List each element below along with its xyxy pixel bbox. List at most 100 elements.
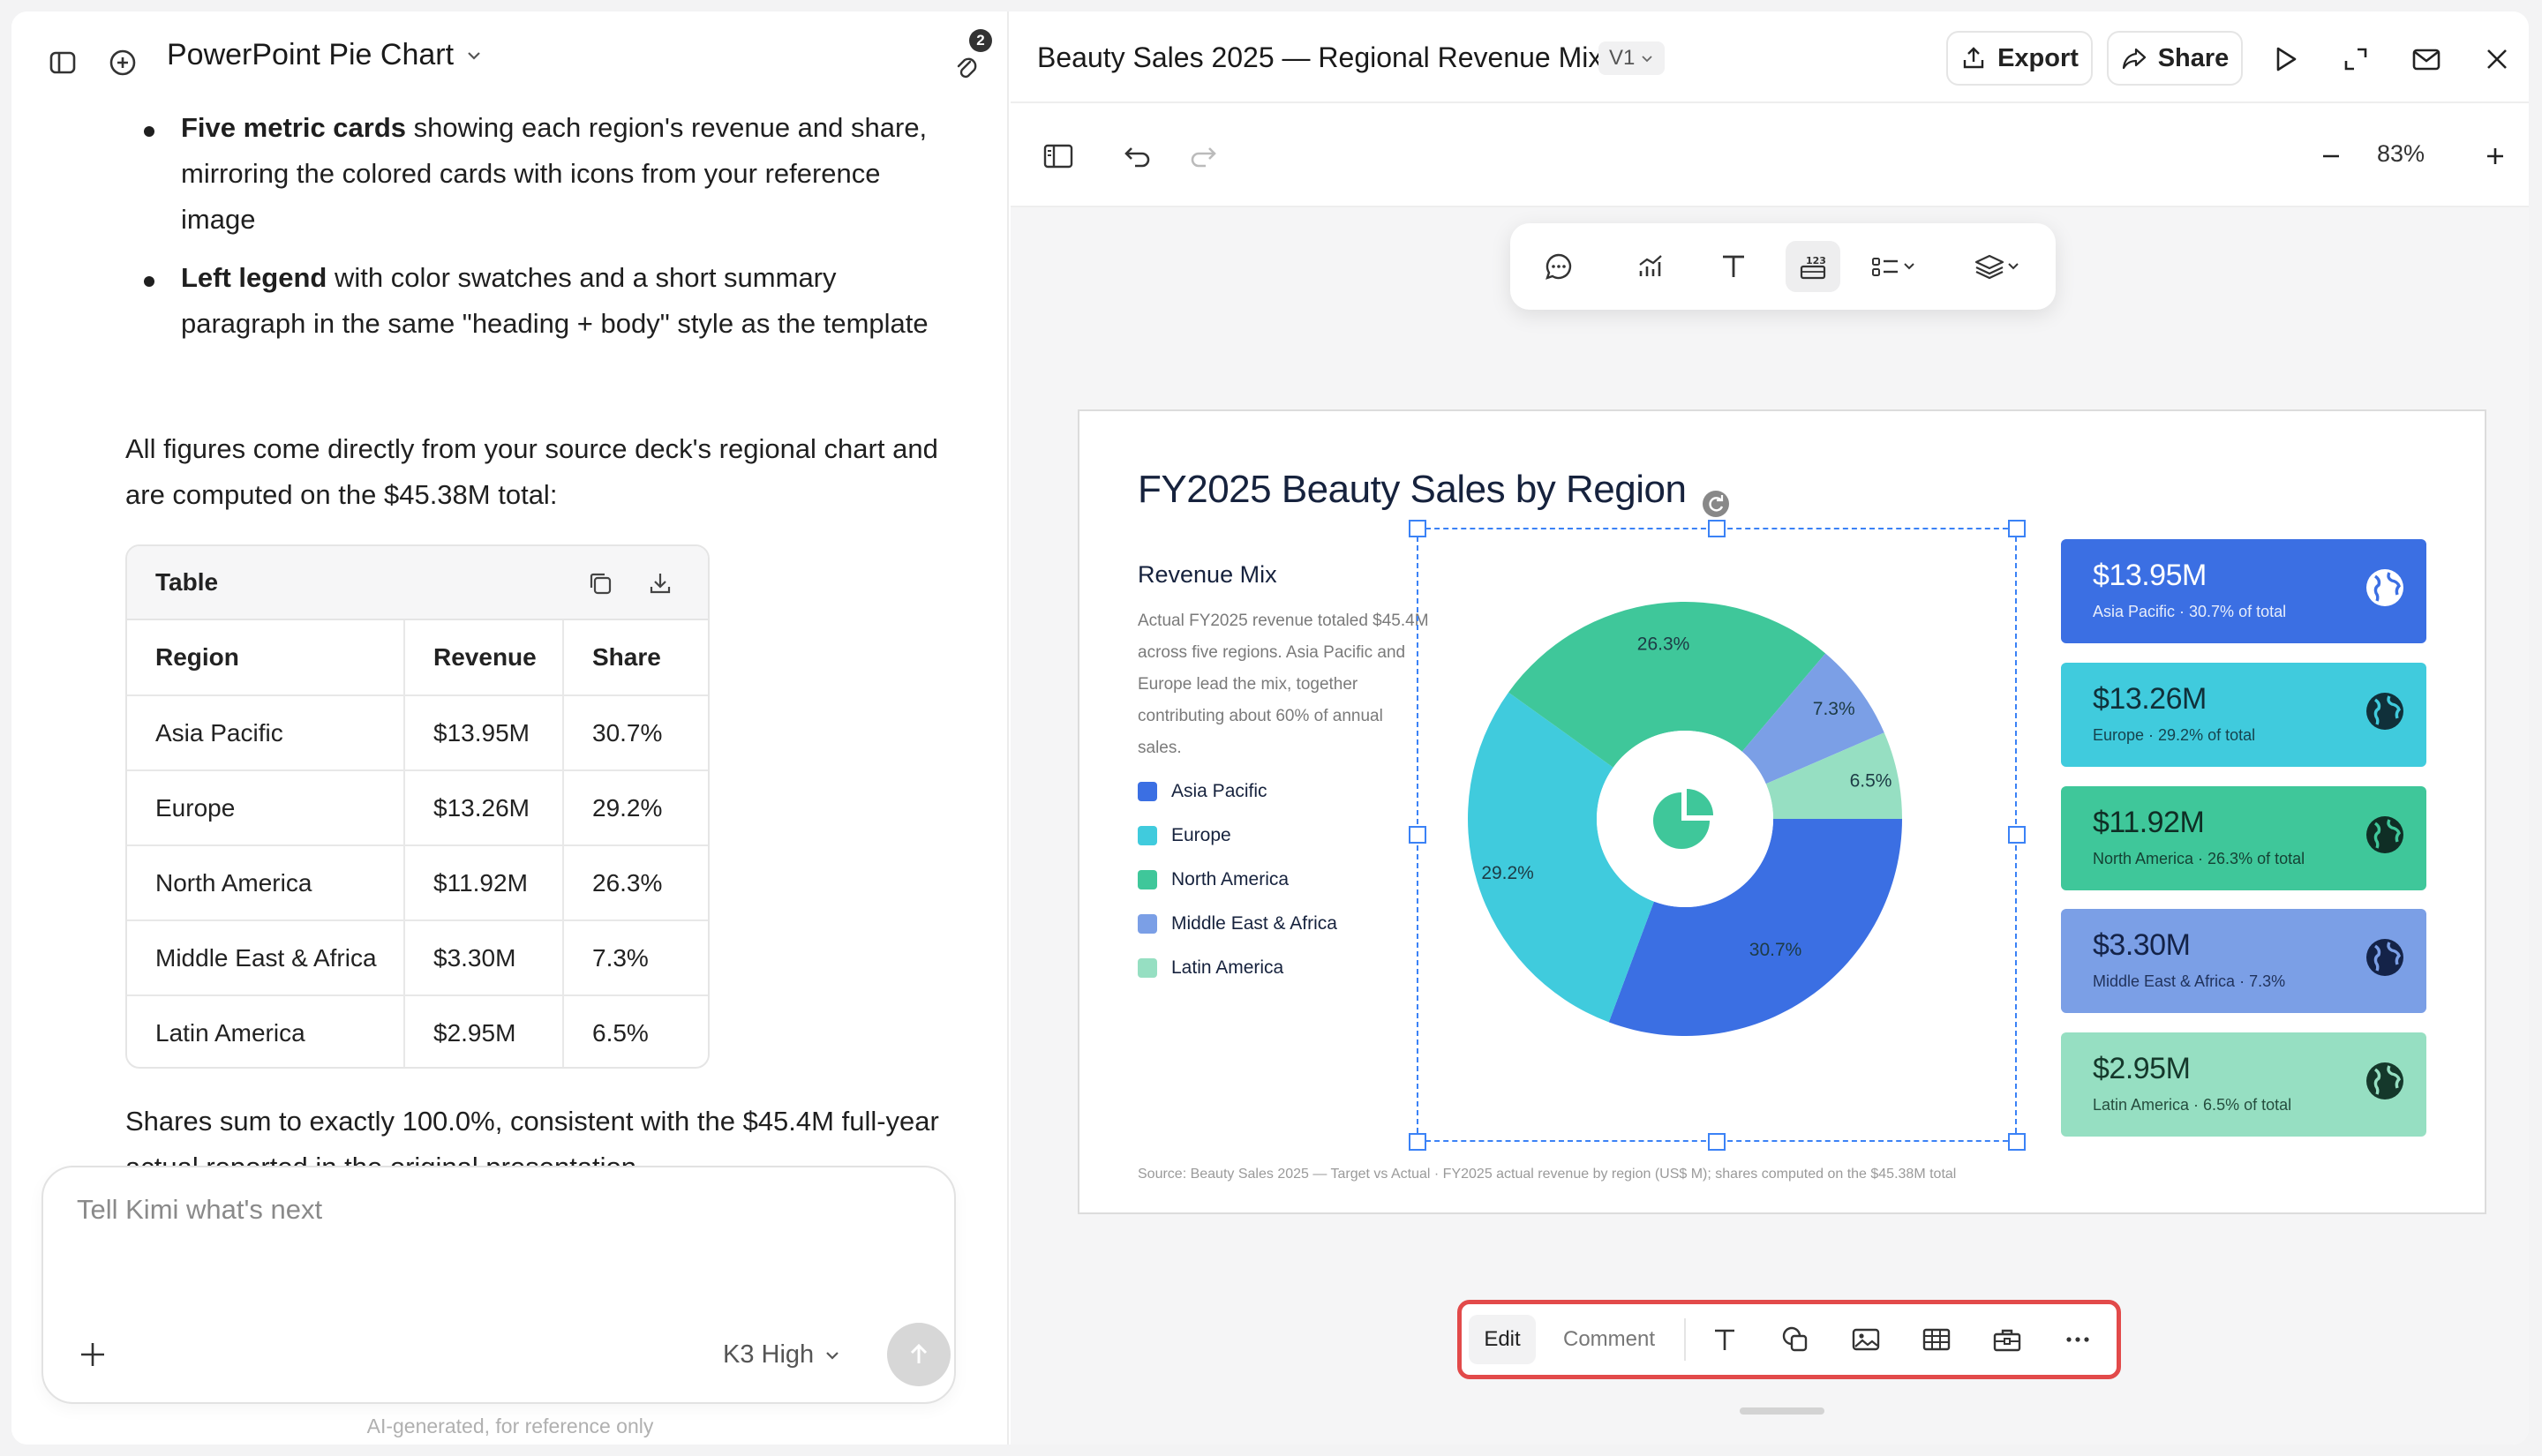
column-header-region: Region: [127, 620, 404, 696]
share-button[interactable]: Share: [2107, 31, 2243, 86]
zoom-level[interactable]: 83%: [2377, 140, 2425, 168]
resize-handle[interactable]: [2008, 1133, 2026, 1151]
metric-label: Latin America · 6.5% of total: [2093, 1096, 2292, 1114]
metric-value: $11.92M: [2093, 806, 2205, 839]
version-selector[interactable]: V1: [1598, 41, 1666, 75]
chevron-down-icon: [1642, 56, 1652, 63]
copy-icon[interactable]: [583, 566, 618, 601]
send-button[interactable]: [887, 1323, 951, 1386]
table-row: North America $11.92M 26.3%: [127, 845, 708, 921]
table-row: Latin America $2.95M 6.5%: [127, 995, 708, 1067]
slide-title[interactable]: FY2025 Beauty Sales by Region: [1138, 468, 1687, 512]
edit-mode-button[interactable]: Edit: [1469, 1315, 1536, 1364]
message-paragraph: All figures come directly from your sour…: [125, 433, 938, 510]
chart-trend-icon[interactable]: [1623, 241, 1678, 292]
message-bullet-legend: Left legend with color swatches and a sh…: [181, 255, 958, 347]
redo-icon[interactable]: [1182, 135, 1224, 177]
attachment-count-badge: 2: [969, 29, 992, 52]
download-icon[interactable]: [643, 566, 678, 601]
table-cell: 26.3%: [562, 845, 708, 921]
table-cell: Middle East & Africa: [127, 920, 404, 996]
share-label: Share: [2157, 43, 2230, 72]
resize-handle[interactable]: [2008, 520, 2026, 537]
metric-card-asia-pacific[interactable]: $13.95M Asia Pacific · 30.7% of total: [2061, 539, 2426, 643]
globe-icon: [2366, 569, 2403, 606]
mail-icon[interactable]: [2405, 38, 2448, 80]
legend-label: Europe: [1171, 825, 1231, 845]
resize-handle[interactable]: [1409, 1133, 1426, 1151]
slide-subtitle[interactable]: Revenue Mix: [1138, 561, 1277, 589]
resize-handle[interactable]: [2008, 826, 2026, 844]
play-icon[interactable]: [2264, 38, 2306, 80]
sidebar-toggle-icon[interactable]: [43, 43, 82, 82]
metric-card-latin-america[interactable]: $2.95M Latin America · 6.5% of total: [2061, 1032, 2426, 1137]
table-icon[interactable]: [1910, 1315, 1963, 1364]
resize-handle[interactable]: [1708, 1133, 1726, 1151]
svg-text:123: 123: [1806, 255, 1826, 266]
disclaimer-text: AI-generated, for reference only: [366, 1415, 654, 1437]
chat-input-placeholder[interactable]: Tell Kimi what's next: [77, 1194, 322, 1226]
model-label: K3 High: [723, 1340, 815, 1369]
legend-swatch: [1138, 782, 1157, 801]
table-row: Middle East & Africa $3.30M 7.3%: [127, 920, 708, 996]
legend-item: Asia Pacific: [1138, 781, 1267, 802]
legend-label: Middle East & Africa: [1171, 913, 1337, 934]
resize-grabber[interactable]: [1740, 1407, 1824, 1415]
more-options-icon[interactable]: [2051, 1315, 2104, 1364]
comment-bubble-icon[interactable]: [1531, 241, 1586, 292]
slide-canvas[interactable]: FY2025 Beauty Sales by Region Revenue Mi…: [1078, 409, 2486, 1214]
editor-toolbar: 83%: [1011, 103, 2529, 207]
image-icon[interactable]: [1839, 1315, 1892, 1364]
close-icon[interactable]: [2476, 38, 2518, 80]
text-icon[interactable]: [1706, 241, 1761, 292]
shapes-icon[interactable]: [1769, 1315, 1822, 1364]
plus-icon[interactable]: [71, 1333, 114, 1376]
data-table: Table Region Revenue Share Asia Pacific …: [125, 544, 710, 1069]
rotate-handle-icon[interactable]: [1703, 491, 1729, 517]
editor-pane: Beauty Sales 2025 — Regional Revenue Mix…: [1011, 11, 2529, 1445]
globe-icon: [2366, 1062, 2403, 1100]
expand-icon[interactable]: [2335, 38, 2377, 80]
metric-value: $13.26M: [2093, 682, 2207, 716]
slide-body-text[interactable]: Actual FY2025 revenue totaled $45.4M acr…: [1138, 605, 1429, 764]
metric-value: $2.95M: [2093, 1052, 2191, 1085]
model-selector[interactable]: K3 High: [723, 1340, 842, 1370]
upload-icon: [1963, 47, 1984, 69]
chat-input-box[interactable]: Tell Kimi what's next K3 High: [41, 1166, 956, 1404]
column-header-revenue: Revenue: [403, 620, 563, 696]
toolbox-icon[interactable]: [1981, 1315, 2034, 1364]
legend-label: North America: [1171, 869, 1290, 889]
metric-card-europe[interactable]: $13.26M Europe · 29.2% of total: [2061, 663, 2426, 767]
legend-item: Middle East & Africa: [1138, 913, 1337, 934]
table-cell: $11.92M: [403, 845, 563, 921]
resize-handle[interactable]: [1409, 826, 1426, 844]
slide-source-note[interactable]: Source: Beauty Sales 2025 — Target vs Ac…: [1138, 1167, 1956, 1182]
resize-handle[interactable]: [1708, 520, 1726, 537]
floating-element-toolbar: 123: [1510, 223, 2056, 310]
data-label-icon[interactable]: 123: [1786, 241, 1840, 292]
layers-dropdown-icon[interactable]: [1964, 241, 2040, 292]
table-header-bar: Table: [127, 546, 708, 620]
undo-icon[interactable]: [1117, 135, 1159, 177]
metric-card-north-america[interactable]: $11.92M North America · 26.3% of total: [2061, 786, 2426, 890]
table-body: Region Revenue Share Asia Pacific $13.95M…: [127, 620, 708, 1067]
new-chat-icon[interactable]: [103, 43, 142, 82]
chat-messages: Five metric cards showing each region's …: [11, 105, 1009, 1173]
metric-card-middle-east-africa[interactable]: $3.30M Middle East & Africa · 7.3%: [2061, 909, 2426, 1013]
toolbar-divider: [1684, 1318, 1686, 1361]
zoom-out-icon[interactable]: [2310, 135, 2352, 177]
globe-icon: [2366, 693, 2403, 730]
list-style-dropdown-icon[interactable]: [1860, 241, 1936, 292]
table-cell: Latin America: [155, 1019, 305, 1047]
text-icon[interactable]: [1698, 1315, 1751, 1364]
resize-handle[interactable]: [1409, 520, 1426, 537]
chat-title[interactable]: PowerPoint Pie Chart: [167, 38, 484, 72]
export-button[interactable]: Export: [1946, 31, 2093, 86]
table-cell: 6.5%: [562, 995, 708, 1067]
table-cell: $13.95M: [403, 695, 563, 771]
panel-toggle-icon[interactable]: [1037, 135, 1079, 177]
metric-value: $3.30M: [2093, 928, 2191, 962]
comment-mode-button[interactable]: Comment: [1543, 1315, 1675, 1364]
attachment-icon[interactable]: [949, 50, 984, 89]
zoom-in-icon[interactable]: [2474, 135, 2516, 177]
